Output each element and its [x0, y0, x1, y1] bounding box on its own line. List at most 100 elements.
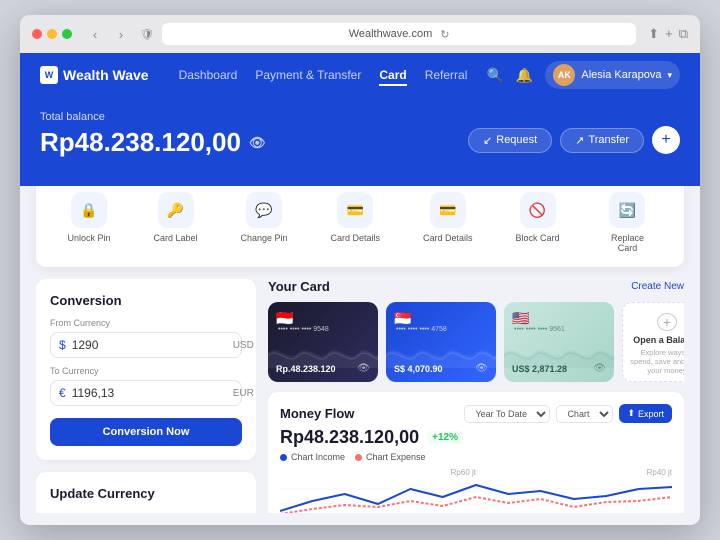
card-3[interactable]: 🇺🇸 •••• •••• •••• 9561 US$ 2,871.28 👁 — [504, 302, 614, 382]
request-button[interactable]: ↙ Request — [468, 128, 552, 153]
forward-button[interactable]: › — [110, 23, 132, 45]
main-content: 🔒 Unlock Pin 🔑 Card Label 💬 Change Pin 💳… — [20, 186, 700, 525]
window-icon[interactable]: ⧉ — [679, 26, 688, 42]
your-card-title: Your Card — [268, 279, 330, 294]
qa-label-1: Card Label — [153, 233, 197, 243]
maximize-button[interactable] — [62, 29, 72, 39]
year-to-date-select[interactable]: Year To Date — [464, 405, 550, 423]
search-icon[interactable]: 🔍 — [486, 67, 503, 84]
cards-row: 🇮🇩 •••• •••• •••• 9548 Rp.48.238.120 👁 — [268, 302, 684, 382]
card-1-number: •••• •••• •••• 9548 — [278, 326, 368, 333]
flag-usd: 🇺🇸 — [50, 511, 72, 513]
balance-amount: Rp48.238.120,00 👁 — [40, 127, 265, 158]
income-dot — [280, 454, 287, 461]
create-new-link[interactable]: Create New — [631, 281, 684, 292]
refresh-icon[interactable]: ↻ — [440, 28, 449, 41]
qa-card-details-1[interactable]: 💳 Card Details — [331, 192, 381, 253]
nav-card[interactable]: Card — [379, 64, 406, 86]
close-button[interactable] — [32, 29, 42, 39]
security-icon: 🛡 — [140, 28, 154, 41]
card-1-flag: 🇮🇩 — [276, 310, 293, 327]
qa-block-card[interactable]: 🚫 Block Card — [516, 192, 560, 253]
lock-icon: 🔒 — [71, 192, 107, 228]
to-currency-input-row: € EUR ▾ — [50, 380, 242, 406]
qa-replace-card[interactable]: 🔄 Replace Card — [602, 192, 652, 253]
card-1[interactable]: 🇮🇩 •••• •••• •••• 9548 Rp.48.238.120 👁 — [268, 302, 378, 382]
your-card-section: Your Card Create New 🇮🇩 — [268, 279, 684, 382]
card-3-flag: 🇺🇸 — [512, 310, 529, 327]
share-icon[interactable]: ⬆ — [648, 26, 659, 42]
card-2[interactable]: 🇸🇬 •••• •••• •••• 4758 S$ 4,070.90 👁 — [386, 302, 496, 382]
chart-type-select[interactable]: Chart — [556, 405, 613, 423]
money-flow-header: Money Flow Year To Date Chart ⬆ — [280, 404, 672, 423]
from-currency-input-row: $ USD ▾ — [50, 332, 242, 358]
from-currency-symbol: $ — [59, 338, 66, 352]
conversion-title: Conversion — [50, 293, 242, 308]
from-currency-selector[interactable]: USD ▾ — [233, 340, 256, 351]
qa-card-label[interactable]: 🔑 Card Label — [153, 192, 197, 253]
new-tab-icon[interactable]: + — [665, 26, 673, 42]
currency-item-usd: 🇺🇸 USD USD - US Dollar 16.125,30 IDR — [50, 511, 242, 513]
upload-icon: ⬆ — [627, 408, 635, 419]
open-balance-card[interactable]: + Open a Balance Explore ways to spend, … — [622, 302, 684, 382]
money-flow-controls: Year To Date Chart ⬆ Export — [464, 404, 672, 423]
user-menu[interactable]: AK Alesia Karapova ▾ — [545, 61, 680, 89]
expense-dot — [355, 454, 362, 461]
chart-svg — [280, 479, 672, 513]
balance-label: Total balance — [40, 111, 265, 123]
from-currency-input[interactable] — [72, 338, 227, 352]
card-2-balance: S$ 4,070.90 — [394, 364, 443, 374]
nav-referral[interactable]: Referral — [425, 64, 468, 86]
qa-change-pin[interactable]: 💬 Change Pin — [240, 192, 287, 253]
transfer-button[interactable]: ↗ Transfer — [560, 128, 644, 153]
right-column: Your Card Create New 🇮🇩 — [268, 279, 684, 513]
plus-circle-icon: + — [657, 313, 677, 331]
to-currency-selector[interactable]: EUR ▾ — [233, 388, 256, 399]
money-flow-pct: +12% — [427, 431, 463, 444]
card-2-eye-icon[interactable]: 👁 — [475, 363, 488, 374]
hero-actions: ↙ Request ↗ Transfer + — [468, 126, 680, 154]
eye-icon[interactable]: 👁 — [249, 135, 266, 151]
browser-action-buttons: ⬆ + ⧉ — [648, 26, 688, 42]
legend-expense: Chart Expense — [355, 452, 426, 462]
conversion-button[interactable]: Conversion Now — [50, 418, 242, 446]
bell-icon[interactable]: 🔔 — [516, 67, 533, 84]
money-flow-title: Money Flow — [280, 406, 354, 421]
address-bar[interactable]: Wealthwave.com ↻ — [162, 23, 636, 45]
app-container: W Wealth Wave Dashboard Payment & Transf… — [20, 53, 700, 525]
your-card-header: Your Card Create New — [268, 279, 684, 294]
currency-code-usd: USD — [80, 512, 170, 513]
nav-dashboard[interactable]: Dashboard — [179, 64, 238, 86]
balance-value: Rp48.238.120,00 — [40, 127, 241, 158]
nav-right-section: 🔍 🔔 AK Alesia Karapova ▾ — [486, 61, 680, 89]
export-button[interactable]: ⬆ Export — [619, 404, 672, 423]
money-flow-panel: Money Flow Year To Date Chart ⬆ — [268, 392, 684, 513]
nav-payment-transfer[interactable]: Payment & Transfer — [255, 64, 361, 86]
qa-label-3: Card Details — [331, 233, 381, 243]
currency-info-usd: USD USD - US Dollar — [80, 512, 170, 513]
update-currency-panel: Update Currency 🇺🇸 USD USD - US Dollar 1… — [36, 472, 256, 513]
open-balance-desc: Explore ways to spend, save and grow you… — [629, 348, 684, 375]
back-button[interactable]: ‹ — [84, 23, 106, 45]
card-1-eye-icon[interactable]: 👁 — [357, 363, 370, 374]
chevron-down-icon: ▾ — [667, 70, 672, 81]
minimize-button[interactable] — [47, 29, 57, 39]
qa-card-details-2[interactable]: 💳 Card Details — [423, 192, 473, 253]
traffic-lights — [32, 29, 72, 39]
card-icon-2: 💳 — [430, 192, 466, 228]
url-text: Wealthwave.com — [349, 28, 433, 40]
qa-label-5: Block Card — [516, 233, 560, 243]
chart-label-0: Rp60 jt — [280, 468, 476, 477]
qa-unlock-pin[interactable]: 🔒 Unlock Pin — [67, 192, 110, 253]
open-balance-label: Open a Balance — [633, 335, 684, 345]
avatar: AK — [553, 64, 575, 86]
to-currency-input[interactable] — [72, 386, 227, 400]
card-3-eye-icon[interactable]: 👁 — [593, 363, 606, 374]
hero-section: Total balance Rp48.238.120,00 👁 ↙ Reques… — [20, 97, 700, 186]
add-action-button[interactable]: + — [652, 126, 680, 154]
brand-icon: W — [40, 66, 58, 84]
money-flow-chart: Rp60 jt Rp40 jt — [280, 468, 672, 513]
chat-icon: 💬 — [246, 192, 282, 228]
qa-label-0: Unlock Pin — [67, 233, 110, 243]
card-2-flag: 🇸🇬 — [394, 310, 411, 327]
